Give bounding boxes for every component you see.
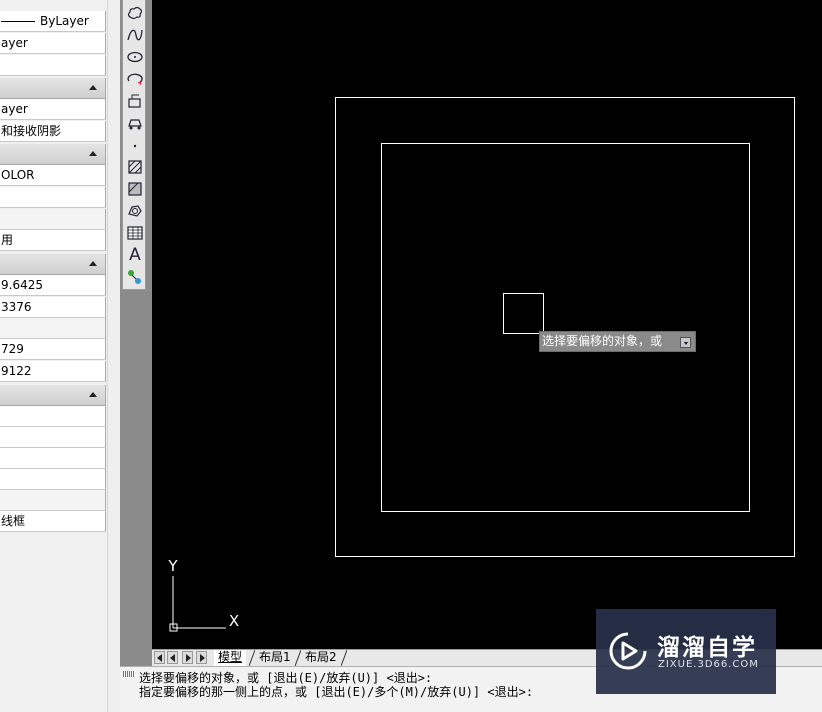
- spline-button[interactable]: [125, 25, 145, 45]
- pickbox-cursor: [503, 293, 544, 334]
- property-center-x[interactable]: 9.6425: [0, 275, 106, 296]
- spline-icon: [127, 29, 143, 41]
- model-space-canvas[interactable]: 选择要偏移的对象，或 Y X: [152, 0, 822, 649]
- dynamic-input-tooltip: 选择要偏移的对象，或: [539, 331, 696, 352]
- tab-layout1[interactable]: 布局1: [255, 650, 295, 666]
- palette-splitter[interactable]: [107, 0, 120, 712]
- property-value: OLOR: [1, 168, 35, 182]
- revision-cloud-icon: [127, 6, 143, 20]
- property-ucs-name[interactable]: [0, 490, 106, 511]
- property-value: 线框: [1, 514, 26, 528]
- ucs-icon: Y X: [167, 557, 239, 632]
- tooltip-text: 选择要偏移的对象，或: [542, 334, 663, 348]
- section-header-plot-style[interactable]: [0, 144, 106, 165]
- property-plot-table-type[interactable]: 用: [0, 230, 106, 251]
- collapse-arrow-icon[interactable]: [89, 151, 97, 156]
- ellipse-icon: [127, 51, 143, 63]
- insert-block-button[interactable]: [125, 91, 145, 111]
- properties-palette: ByLayer ayer ayer 和接收阴影 OLOR 用 9.6425 33…: [0, 0, 107, 712]
- gradient-button[interactable]: [125, 179, 145, 199]
- section-header-3d-effects[interactable]: [0, 78, 106, 99]
- first-tab-button[interactable]: [154, 651, 165, 664]
- inner-square[interactable]: [381, 143, 750, 512]
- property-value: ayer: [1, 36, 28, 50]
- property-center-z[interactable]: [0, 318, 106, 339]
- tab-separator: [341, 650, 347, 666]
- property-lineweight[interactable]: ayer: [0, 33, 106, 54]
- section-header-misc[interactable]: [0, 385, 106, 406]
- property-linetype[interactable]: ByLayer: [0, 11, 106, 32]
- ellipse-button[interactable]: [125, 47, 145, 67]
- make-block-icon: [128, 119, 142, 130]
- property-value: 和接收阴影: [1, 124, 62, 138]
- property-value: ByLayer: [40, 14, 89, 28]
- region-button[interactable]: [125, 201, 145, 221]
- property-plot-table[interactable]: [0, 187, 106, 208]
- watermark-logo-icon: [609, 632, 647, 670]
- property-value: 用: [1, 233, 14, 247]
- make-block-button[interactable]: [125, 113, 145, 133]
- watermark: 溜溜自学 ZIXUE.3D66.COM: [596, 609, 776, 694]
- section-header-view[interactable]: [0, 254, 106, 275]
- region-icon: [128, 205, 142, 217]
- ellipse-arc-button[interactable]: [125, 69, 145, 89]
- ucs-x-label: X: [229, 612, 239, 630]
- table-icon: [127, 226, 143, 240]
- gradient-icon: [128, 182, 142, 196]
- ucs-y-label: Y: [167, 557, 178, 575]
- watermark-title: 溜溜自学: [657, 635, 757, 661]
- property-center-y[interactable]: 3376: [0, 297, 106, 318]
- multiline-text-button[interactable]: A: [125, 245, 145, 265]
- properties-empty-area: [0, 532, 107, 712]
- property-value: 3376: [1, 300, 32, 314]
- options-dropdown-icon[interactable]: [680, 337, 691, 348]
- property-value: 729: [1, 342, 24, 356]
- collapse-arrow-icon[interactable]: [89, 261, 97, 266]
- revision-cloud-button[interactable]: [125, 3, 145, 23]
- multiline-text-icon: A: [129, 245, 141, 265]
- property-plot-style[interactable]: OLOR: [0, 165, 106, 186]
- collapse-arrow-icon[interactable]: [89, 392, 97, 397]
- add-selected-icon: [128, 270, 141, 284]
- insert-block-icon: [128, 94, 141, 108]
- point-icon: [133, 144, 137, 148]
- property-material[interactable]: ayer: [0, 99, 106, 120]
- add-selected-button[interactable]: [125, 267, 145, 287]
- tab-layout2[interactable]: 布局2: [301, 650, 341, 666]
- property-plot-attached[interactable]: [0, 209, 106, 230]
- command-line-grip-icon[interactable]: [123, 671, 135, 677]
- property-annotation-scale[interactable]: [0, 406, 106, 427]
- draw-toolbar: A: [122, 0, 146, 290]
- ellipse-arc-icon: [127, 73, 143, 86]
- next-tab-button[interactable]: [182, 651, 193, 664]
- property-value: 9122: [1, 364, 32, 378]
- property-value: ayer: [1, 102, 28, 116]
- command-prompt-line[interactable]: 指定要偏移的那一侧上的点，或 [退出(E)/多个(M)/放弃(U)] <退出>:: [139, 686, 533, 699]
- property-ucs-icon-origin[interactable]: [0, 448, 106, 469]
- tab-model[interactable]: 模型: [214, 650, 247, 666]
- property-ucs-per-viewport[interactable]: [0, 469, 106, 490]
- property-thickness[interactable]: [0, 55, 106, 76]
- property-width[interactable]: 9122: [0, 361, 106, 382]
- property-height[interactable]: 729: [0, 339, 106, 360]
- property-ucs-icon-on[interactable]: [0, 427, 106, 448]
- command-history-line: 选择要偏移的对象，或 [退出(E)/放弃(U)] <退出>:: [139, 671, 433, 685]
- hatch-icon: [128, 160, 142, 174]
- point-button[interactable]: [125, 135, 145, 155]
- last-tab-button[interactable]: [196, 651, 207, 664]
- table-button[interactable]: [125, 223, 145, 243]
- hatch-button[interactable]: [125, 157, 145, 177]
- prev-tab-button[interactable]: [167, 651, 178, 664]
- property-shadow-display[interactable]: 和接收阴影: [0, 121, 106, 142]
- property-visual-style[interactable]: 线框: [0, 511, 106, 532]
- watermark-url: ZIXUE.3D66.COM: [658, 659, 759, 670]
- linetype-sample: [1, 21, 35, 22]
- property-value: 9.6425: [1, 278, 43, 292]
- collapse-arrow-icon[interactable]: [89, 85, 97, 90]
